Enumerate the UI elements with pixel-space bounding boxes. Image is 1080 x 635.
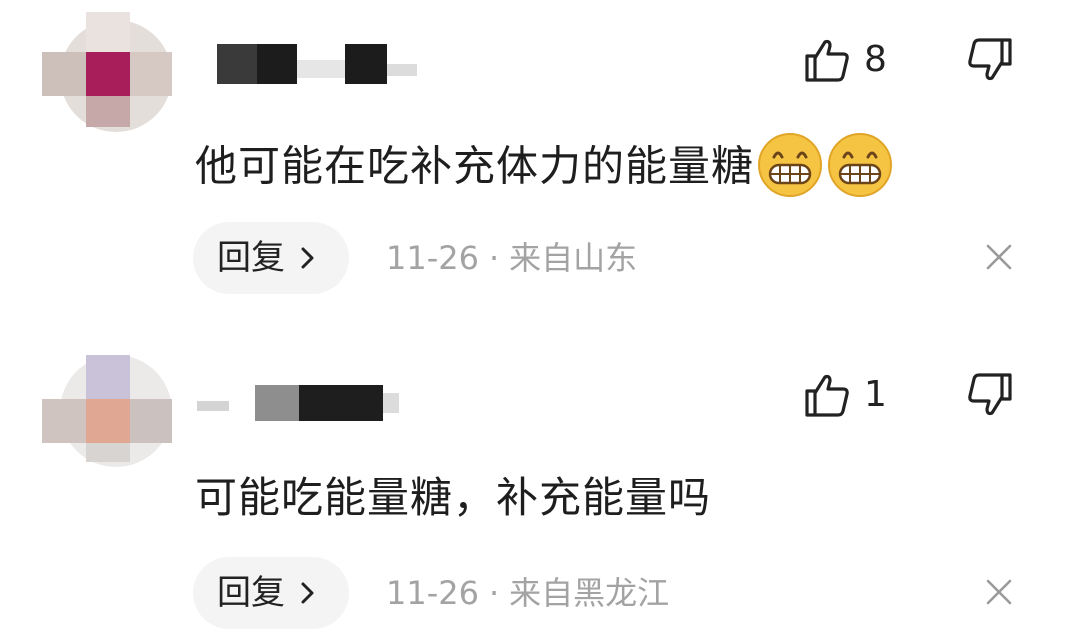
thumbs-down-icon[interactable] — [966, 36, 1014, 84]
thumbs-down-icon[interactable] — [966, 371, 1014, 419]
reply-label: 回复 — [217, 238, 285, 278]
meta-separator: · — [488, 239, 500, 277]
close-icon[interactable] — [985, 243, 1013, 271]
comment-item: 1 可能吃能量糖，补充能量吗 回复 11-26 · 来自黑龙江 — [0, 335, 1080, 635]
grinning-face-icon — [828, 133, 893, 197]
comment-text: 可能吃能量糖，补充能量吗 — [195, 473, 712, 522]
comment-date: 11-26 — [386, 574, 479, 612]
comment-date: 11-26 — [386, 239, 479, 277]
close-icon[interactable] — [985, 578, 1013, 606]
reply-button[interactable]: 回复 — [193, 557, 349, 629]
avatar[interactable] — [42, 347, 172, 467]
avatar[interactable] — [42, 12, 172, 132]
comment-location: 来自黑龙江 — [509, 574, 670, 612]
like-count: 1 — [864, 374, 887, 415]
chevron-right-icon — [301, 582, 314, 604]
username[interactable] — [195, 379, 435, 424]
meta-separator: · — [488, 574, 500, 612]
reply-button[interactable]: 回复 — [193, 222, 349, 294]
reply-label: 回复 — [217, 573, 285, 613]
like-count: 8 — [864, 39, 887, 80]
grinning-face-icon — [758, 133, 823, 197]
thumbs-up-icon[interactable] — [803, 371, 851, 419]
comment-text: 他可能在吃补充体力的能量糖 — [195, 133, 894, 203]
username[interactable] — [195, 40, 435, 85]
comment-meta: 11-26 · 来自山东 — [386, 236, 637, 280]
comment-meta: 11-26 · 来自黑龙江 — [386, 571, 669, 615]
comment-location: 来自山东 — [509, 239, 638, 277]
comment-item: 8 他可能在吃补充体力的能量糖 回复 11-26 · 来自山东 — [0, 0, 1080, 300]
chevron-right-icon — [301, 247, 314, 269]
thumbs-up-icon[interactable] — [803, 36, 851, 84]
